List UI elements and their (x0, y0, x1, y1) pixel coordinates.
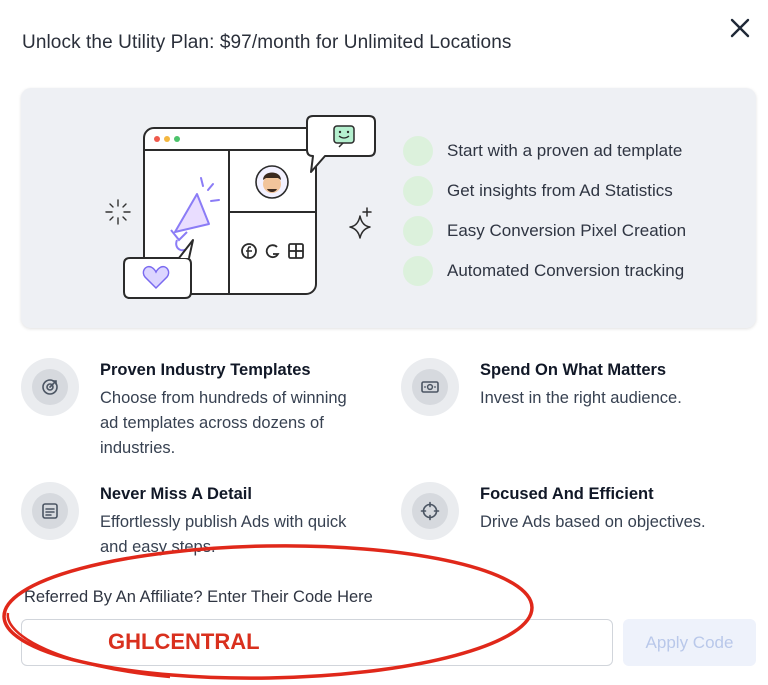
modal-title: Unlock the Utility Plan: $97/month for U… (22, 32, 512, 53)
feature-never-miss-detail: Never Miss A Detail Effortlessly publish… (21, 482, 361, 577)
crosshair-icon (420, 501, 440, 521)
checklist-item: Start with a proven ad template (403, 131, 686, 171)
hero-panel: Start with a proven ad template Get insi… (21, 88, 756, 328)
benefit-checklist: Start with a proven ad template Get insi… (403, 131, 686, 291)
feature-title: Spend On What Matters (480, 361, 667, 379)
feature-description: Effortlessly publish Ads with quick and … (100, 513, 347, 556)
affiliate-code-label: Referred By An Affiliate? Enter Their Co… (24, 588, 373, 606)
feature-title: Never Miss A Detail (100, 485, 252, 503)
feature-focused-efficient: Focused And Efficient Drive Ads based on… (401, 482, 741, 577)
check-icon (403, 256, 433, 286)
check-icon (403, 216, 433, 246)
checklist-label: Get insights from Ad Statistics (447, 181, 673, 200)
feature-title: Proven Industry Templates (100, 361, 311, 379)
checklist-item: Get insights from Ad Statistics (403, 171, 686, 211)
chat-bubble-icon (306, 115, 376, 173)
checklist-item: Easy Conversion Pixel Creation (403, 211, 686, 251)
star-sparkle-icon (349, 207, 372, 239)
checklist-item: Automated Conversion tracking (403, 251, 686, 291)
money-icon (421, 381, 439, 393)
affiliate-code-input[interactable]: GHLCENTRAL (21, 619, 613, 666)
list-icon (42, 503, 58, 519)
sparkle-icon (105, 199, 131, 225)
feature-spend-what-matters: Spend On What Matters Invest in the righ… (401, 358, 741, 453)
feature-description: Invest in the right audience. (480, 389, 682, 407)
check-icon (403, 136, 433, 166)
checklist-label: Easy Conversion Pixel Creation (447, 221, 687, 240)
feature-title: Focused And Efficient (480, 485, 654, 503)
close-icon[interactable] (726, 14, 754, 42)
checklist-label: Start with a proven ad template (447, 141, 683, 160)
ad-illustration (105, 115, 376, 299)
feature-description: Choose from hundreds of winning ad templ… (100, 389, 347, 457)
checklist-label: Automated Conversion tracking (447, 261, 685, 280)
target-icon (42, 379, 58, 395)
check-icon (403, 176, 433, 206)
avatar (255, 165, 289, 199)
apply-code-button[interactable]: Apply Code (623, 619, 756, 666)
feature-proven-templates: Proven Industry Templates Choose from hu… (21, 358, 361, 457)
feature-description: Drive Ads based on objectives. (480, 513, 706, 531)
affiliate-code-value: GHLCENTRAL (108, 629, 260, 654)
